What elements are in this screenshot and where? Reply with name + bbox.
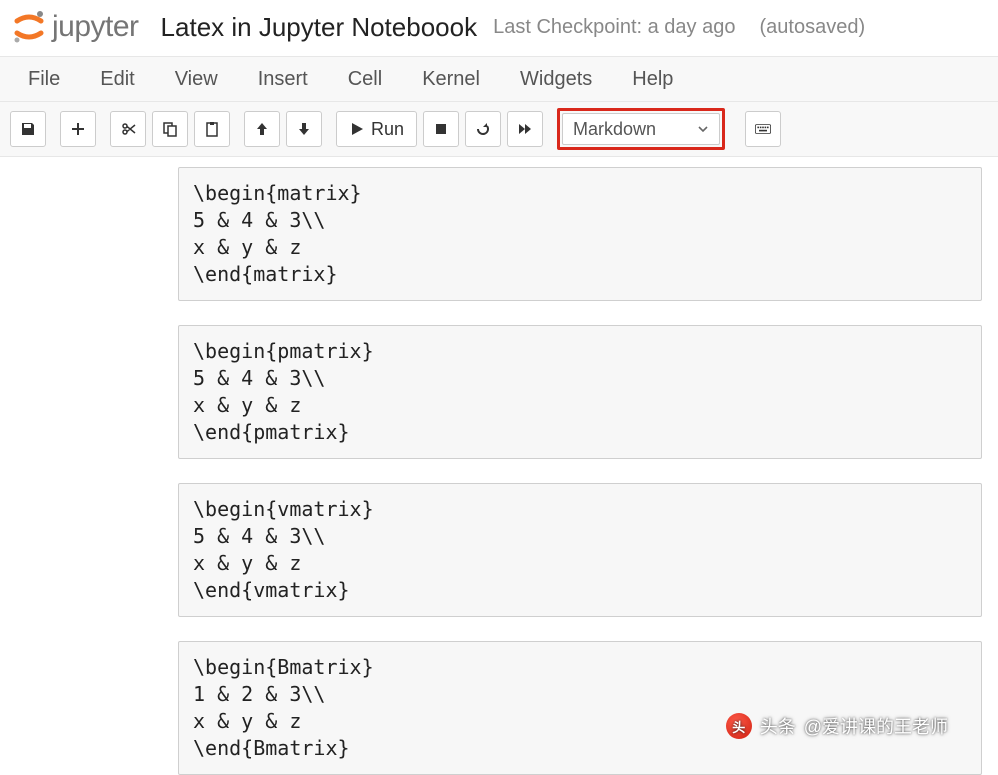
menu-help[interactable]: Help	[622, 60, 703, 99]
cut-button[interactable]	[110, 111, 146, 147]
cell-content[interactable]: \begin{Bmatrix} 1 & 2 & 3\\ x & y & z \e…	[193, 654, 967, 762]
notebook-cell[interactable]: \begin{Bmatrix} 1 & 2 & 3\\ x & y & z \e…	[178, 641, 982, 775]
paste-button[interactable]	[194, 111, 230, 147]
stop-button[interactable]	[423, 111, 459, 147]
cell-type-value: Markdown	[573, 119, 656, 140]
jupyter-logo[interactable]: jupyter	[12, 10, 139, 44]
arrow-up-icon	[254, 121, 270, 137]
command-palette-button[interactable]	[745, 111, 781, 147]
chevron-down-icon	[697, 123, 709, 135]
cell-content[interactable]: \begin{matrix} 5 & 4 & 3\\ x & y & z \en…	[193, 180, 967, 288]
autosaved-text: (autosaved)	[759, 16, 865, 39]
menu-view[interactable]: View	[165, 60, 248, 99]
watermark-prefix: 头条	[760, 713, 796, 739]
watermark-icon: 头	[726, 713, 752, 739]
add-cell-button[interactable]	[60, 111, 96, 147]
menu-file[interactable]: File	[18, 60, 90, 99]
move-down-button[interactable]	[286, 111, 322, 147]
menu-widgets[interactable]: Widgets	[510, 60, 622, 99]
copy-button[interactable]	[152, 111, 188, 147]
run-label: Run	[371, 119, 404, 140]
notebook-title[interactable]: Latex in Jupyter Noteboook	[161, 12, 478, 43]
header: jupyter Latex in Jupyter Noteboook Last …	[0, 0, 998, 56]
toolbar: Run Markdown	[0, 102, 998, 157]
move-up-button[interactable]	[244, 111, 280, 147]
watermark-text: @爱讲课的王老师	[804, 713, 948, 739]
fast-forward-icon	[517, 121, 533, 137]
cell-content[interactable]: \begin{vmatrix} 5 & 4 & 3\\ x & y & z \e…	[193, 496, 967, 604]
save-button[interactable]	[10, 111, 46, 147]
run-button[interactable]: Run	[336, 111, 417, 147]
notebook-cell[interactable]: \begin{pmatrix} 5 & 4 & 3\\ x & y & z \e…	[178, 325, 982, 459]
copy-icon	[162, 121, 178, 137]
menu-kernel[interactable]: Kernel	[412, 60, 510, 99]
paste-icon	[204, 121, 220, 137]
refresh-icon	[475, 121, 491, 137]
menubar: File Edit View Insert Cell Kernel Widget…	[0, 56, 998, 102]
restart-run-all-button[interactable]	[507, 111, 543, 147]
menu-edit[interactable]: Edit	[90, 60, 164, 99]
save-icon	[20, 121, 36, 137]
menu-cell[interactable]: Cell	[338, 60, 412, 99]
jupyter-logo-icon	[12, 10, 46, 44]
cell-content[interactable]: \begin{pmatrix} 5 & 4 & 3\\ x & y & z \e…	[193, 338, 967, 446]
plus-icon	[70, 121, 86, 137]
arrow-down-icon	[296, 121, 312, 137]
play-icon	[349, 121, 365, 137]
logo-text: jupyter	[52, 10, 139, 44]
stop-icon	[433, 121, 449, 137]
watermark: 头 头条 @爱讲课的王老师	[726, 713, 948, 739]
keyboard-icon	[755, 121, 771, 137]
menu-insert[interactable]: Insert	[248, 60, 338, 99]
notebook-cell[interactable]: \begin{matrix} 5 & 4 & 3\\ x & y & z \en…	[178, 167, 982, 301]
cell-type-select[interactable]: Markdown	[562, 113, 720, 145]
notebook-area: \begin{matrix} 5 & 4 & 3\\ x & y & z \en…	[0, 157, 998, 775]
checkpoint-text: Last Checkpoint: a day ago	[493, 16, 735, 39]
scissors-icon	[120, 121, 136, 137]
cell-type-highlight: Markdown	[557, 108, 725, 150]
notebook-cell[interactable]: \begin{vmatrix} 5 & 4 & 3\\ x & y & z \e…	[178, 483, 982, 617]
restart-button[interactable]	[465, 111, 501, 147]
